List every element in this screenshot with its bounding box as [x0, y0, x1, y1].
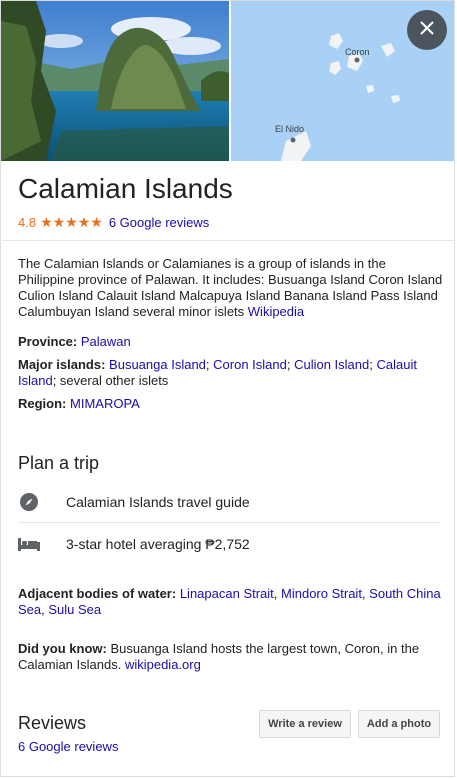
plan-trip-heading: Plan a trip [18, 453, 100, 473]
rating-value: 4.8 [18, 215, 37, 230]
place-title: Calamian Islands [18, 173, 233, 204]
google-reviews-link[interactable]: 6 Google reviews [109, 215, 209, 230]
fact-province: Province: Palawan [18, 334, 443, 350]
hero-images: Coron El Nido [1, 1, 454, 161]
reviews-count-link[interactable]: 6 Google reviews [18, 739, 118, 754]
travel-guide-row[interactable]: Calamian Islands travel guide [18, 482, 441, 522]
reviews-heading: Reviews [18, 713, 87, 733]
island-link-coron[interactable]: Coron Island [213, 357, 287, 372]
island-link-busuanga[interactable]: Busuanga Island [109, 357, 206, 372]
fact-major-islands: Major islands: Busuanga Island; Coron Is… [18, 357, 417, 388]
hotel-row[interactable]: 3-star hotel averaging ₱2,752 [18, 524, 441, 564]
fact-label: Major islands: [18, 357, 106, 372]
island-photo-image [1, 1, 229, 161]
island-link-culion[interactable]: Culion Island [294, 357, 369, 372]
wikipedia-org-link[interactable]: wikipedia.org [125, 657, 201, 672]
fact-label: Province: [18, 334, 78, 349]
wikipedia-link[interactable]: Wikipedia [248, 304, 304, 319]
fact-label: Adjacent bodies of water: [18, 586, 177, 601]
star-rating-icon: ★★★★★ [40, 214, 103, 230]
close-button[interactable] [407, 10, 447, 50]
travel-guide-label: Calamian Islands travel guide [66, 494, 250, 510]
island-photo[interactable] [1, 1, 229, 161]
fact-adjacent-waters: Adjacent bodies of water: Linapacan Stra… [18, 586, 441, 617]
water-link-sulu-sea[interactable]: Sulu Sea [48, 602, 101, 617]
rating-row: 4.8 ★★★★★ 6 Google reviews [18, 214, 209, 231]
fact-label: Did you know: [18, 641, 107, 656]
fact-did-you-know: Did you know: Busuanga Island hosts the … [18, 641, 443, 673]
divider [2, 240, 454, 241]
knowledge-panel: Coron El Nido Calamian Islands 4.8 ★★★★★… [0, 0, 455, 777]
description-text: The Calamian Islands or Calamianes is a … [18, 256, 443, 319]
bed-icon [18, 533, 40, 555]
water-link-mindoro[interactable]: Mindoro Strait [281, 586, 362, 601]
water-link-linapacan[interactable]: Linapacan Strait [180, 586, 274, 601]
fact-region: Region: MIMAROPA [18, 396, 443, 412]
map-label-coron: Coron [345, 47, 370, 57]
fact-label: Region: [18, 396, 67, 411]
compass-icon [18, 491, 40, 513]
fact-suffix: ; several other islets [52, 373, 169, 388]
add-photo-button[interactable]: Add a photo [358, 710, 440, 738]
hotel-label: 3-star hotel averaging ₱2,752 [66, 536, 250, 552]
divider [18, 522, 440, 523]
province-link[interactable]: Palawan [81, 334, 131, 349]
description: The Calamian Islands or Calamianes is a … [18, 256, 443, 320]
region-link[interactable]: MIMAROPA [70, 396, 140, 411]
close-icon [419, 20, 435, 41]
map-label-el-nido: El Nido [275, 124, 304, 134]
write-review-button[interactable]: Write a review [259, 710, 351, 738]
